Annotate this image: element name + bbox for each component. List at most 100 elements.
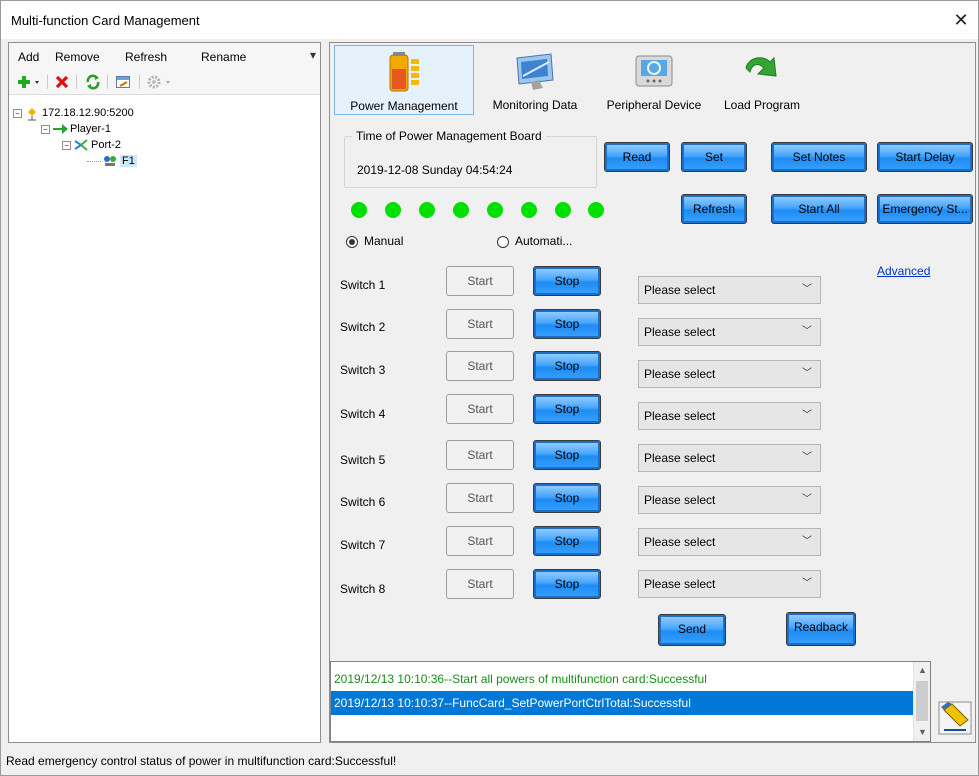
switch-select[interactable]: Please select ﹀ [638,486,821,514]
switch-start-button[interactable]: Start [446,569,514,599]
chevron-down-icon: ﹀ [802,578,812,589]
tab-power-management-label: Power Management [350,99,458,113]
time-group: Time of Power Management Board 2019-12-0… [344,129,597,188]
title-bar: Multi-function Card Management ✕ [1,1,978,39]
scroll-thumb[interactable] [916,681,928,721]
tab-load-program[interactable]: Load Program [716,45,808,115]
switch-stop-button[interactable]: Stop [533,351,601,381]
automatic-mode-label: Automati... [515,234,573,248]
switch-label: Switch 4 [340,407,386,421]
peripheral-device-icon [632,50,676,94]
settings-icon[interactable] [147,74,175,90]
set-button[interactable]: Set [681,142,747,172]
switch-label: Switch 7 [340,538,386,552]
switch-select-value: Please select [644,493,716,507]
automatic-mode-radio[interactable]: Automati... [497,234,572,248]
power-status-led [521,202,537,218]
scroll-down-icon[interactable]: ▼ [914,724,931,741]
switch-start-button[interactable]: Start [446,351,514,381]
tree-node-card[interactable]: F1 [87,153,137,169]
switch-stop-button[interactable]: Stop [533,394,601,424]
emergency-stop-button[interactable]: Emergency St... [877,194,973,224]
switch-stop-button[interactable]: Stop [533,483,601,513]
scroll-up-icon[interactable]: ▲ [914,662,931,679]
add-icon[interactable] [17,74,43,90]
log-entry-selected[interactable]: 2019/12/13 10:10:37--FuncCard_SetPowerPo… [331,691,913,715]
switch-select[interactable]: Please select ﹀ [638,360,821,388]
advanced-link[interactable]: Advanced [877,264,930,278]
switch-select[interactable]: Please select ﹀ [638,570,821,598]
tab-monitoring-data-label: Monitoring Data [492,98,578,112]
switch-stop-button[interactable]: Stop [533,569,601,599]
power-status-led [351,202,367,218]
radio-unchecked-icon [497,235,509,248]
power-status-led [555,202,571,218]
clear-log-icon[interactable] [938,698,972,738]
collapse-icon[interactable]: − [62,140,71,150]
tab-peripheral-device[interactable]: Peripheral Device [592,45,716,115]
rename-icon[interactable] [115,74,131,90]
window-title: Multi-function Card Management [11,13,200,28]
switch-start-button[interactable]: Start [446,526,514,556]
arrow-right-icon [53,123,68,135]
tree-toolbar [9,69,320,95]
refresh-menu-item[interactable]: Refresh [125,50,167,64]
switch-start-button[interactable]: Start [446,309,514,339]
switch-start-button[interactable]: Start [446,440,514,470]
tab-monitoring-data[interactable]: Monitoring Data [478,45,592,115]
power-battery-icon [382,51,426,95]
delete-icon[interactable] [54,74,70,90]
switch-select-value: Please select [644,577,716,591]
monitor-icon [513,50,557,94]
switch-stop-button[interactable]: Stop [533,440,601,470]
manual-mode-label: Manual [364,234,404,248]
switch-stop-button[interactable]: Stop [533,309,601,339]
tree-node-root[interactable]: − 172.18.12.90:5200 [13,105,134,121]
start-all-button[interactable]: Start All [771,194,867,224]
tree-node-port[interactable]: − Port-2 [62,137,121,153]
rename-menu-item[interactable]: Rename [201,50,246,64]
card-icon [103,155,117,167]
switch-select[interactable]: Please select ﹀ [638,318,821,346]
chevron-down-icon: ﹀ [802,452,812,463]
feature-tabs: Power Management Monitoring Data Periphe… [330,43,975,117]
power-status-led [588,202,604,218]
switch-select[interactable]: Please select ﹀ [638,276,821,304]
switch-select[interactable]: Please select ﹀ [638,528,821,556]
switch-label: Switch 2 [340,320,386,334]
tree-node-player[interactable]: − Player-1 [41,121,111,137]
collapse-icon[interactable]: − [13,108,22,118]
status-bar: Read emergency control status of power i… [6,754,397,768]
collapse-icon[interactable]: − [41,124,50,134]
start-delay-button[interactable]: Start Delay [877,142,973,172]
tree-root-label: 172.18.12.90:5200 [42,107,134,119]
operation-log[interactable]: 2019/12/13 10:10:36--Start all powers of… [330,661,931,742]
tab-power-management[interactable]: Power Management [334,45,474,115]
switch-start-button[interactable]: Start [446,266,514,296]
switch-start-button[interactable]: Start [446,483,514,513]
read-button[interactable]: Read [604,142,670,172]
refresh-button[interactable]: Refresh [681,194,747,224]
switch-stop-button[interactable]: Stop [533,526,601,556]
add-menu-item[interactable]: Add [18,50,39,64]
chevron-down-icon: ﹀ [802,368,812,379]
log-scrollbar[interactable]: ▲ ▼ [913,662,930,741]
refresh-icon[interactable] [85,74,101,90]
switch-label: Switch 1 [340,278,386,292]
menu-overflow-icon[interactable]: ▾ [310,49,316,61]
log-entry[interactable]: 2019/12/13 10:10:36--Start all powers of… [331,667,913,691]
send-button[interactable]: Send [658,614,726,646]
tree-port-label: Port-2 [91,139,121,151]
switch-select[interactable]: Please select ﹀ [638,402,821,430]
manual-mode-radio[interactable]: Manual [346,234,403,248]
set-notes-button[interactable]: Set Notes [771,142,867,172]
power-status-led [453,202,469,218]
readback-button[interactable]: Readback [786,612,856,646]
switch-start-button[interactable]: Start [446,394,514,424]
switch-select[interactable]: Please select ﹀ [638,444,821,472]
switch-stop-button[interactable]: Stop [533,266,601,296]
switch-select-value: Please select [644,535,716,549]
close-icon[interactable]: ✕ [948,7,974,33]
remove-menu-item[interactable]: Remove [55,50,100,64]
switch-label: Switch 5 [340,453,386,467]
